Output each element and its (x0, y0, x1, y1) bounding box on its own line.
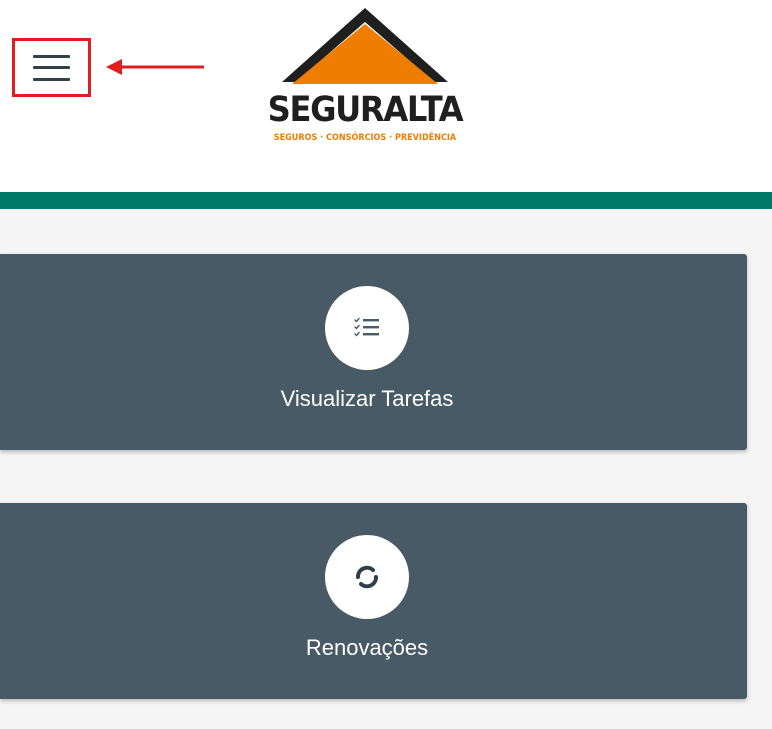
card-icon-circle (325, 535, 409, 619)
seguralta-logo: SEGURALTA SEGUROS · CONSÓRCIOS · PREVIDÊ… (258, 8, 472, 153)
accent-bar (0, 192, 772, 209)
card-visualizar-tarefas[interactable]: Visualizar Tarefas (0, 254, 747, 450)
logo-tagline: SEGUROS · CONSÓRCIOS · PREVIDÊNCIA (273, 133, 457, 143)
card-icon-circle (325, 286, 409, 370)
annotation-arrow-icon (106, 59, 204, 75)
task-list-icon (354, 317, 379, 337)
card-renovacoes[interactable]: Renovações (0, 503, 747, 699)
app-header: SEGURALTA SEGUROS · CONSÓRCIOS · PREVIDÊ… (0, 0, 772, 192)
logo-roof-icon (282, 8, 448, 84)
hamburger-menu-icon (33, 54, 70, 81)
logo-name: SEGURALTA (267, 90, 464, 130)
card-label: Renovações (305, 635, 429, 660)
renew-icon (356, 565, 378, 589)
card-label: Visualizar Tarefas (280, 386, 454, 411)
menu-button[interactable] (12, 38, 91, 97)
